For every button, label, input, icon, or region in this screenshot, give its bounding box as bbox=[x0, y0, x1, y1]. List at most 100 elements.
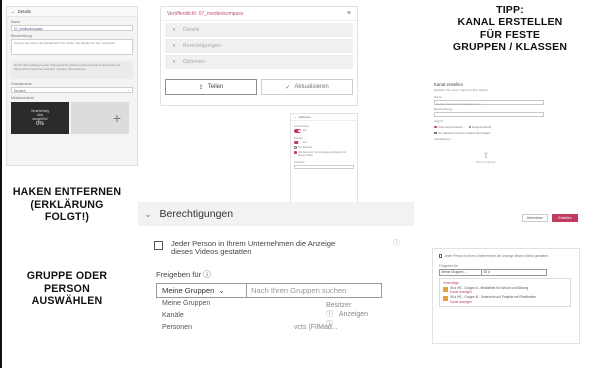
suggestion-link[interactable]: Kanal anzeigen bbox=[450, 290, 528, 294]
caption-line: FÜR FESTE bbox=[479, 28, 541, 41]
option-label: Meine Gruppen bbox=[162, 300, 211, 308]
permissions-title: Berechtigungen bbox=[159, 208, 234, 220]
section-label: Details bbox=[183, 27, 200, 33]
radio-selected-icon bbox=[434, 125, 437, 129]
chevron-right-icon: › bbox=[173, 43, 175, 49]
option-owner[interactable]: Nur Besitzer bbox=[294, 146, 354, 149]
share-button[interactable]: ⇪ Teilen bbox=[165, 79, 257, 95]
allow-company-checkbox-row[interactable]: Jeder Person in Ihrem Unternehmen die An… bbox=[154, 239, 402, 257]
group-search-input[interactable]: Nach Ihren Gruppen suchen bbox=[247, 284, 381, 297]
description-field[interactable]: Kennen Sie schon die Mediathek? Hier fin… bbox=[11, 39, 133, 55]
notes-toggle[interactable]: Ein bbox=[294, 140, 354, 144]
access-option-label: Eingeschränkt bbox=[472, 125, 492, 129]
channel-desc-input[interactable] bbox=[434, 112, 544, 117]
option-all-viewers[interactable]: Alle Benutzer mit Anzeigeberechtigung fü… bbox=[294, 151, 354, 157]
dropdown-option-channels[interactable]: Kanäle Besitzer ⓘ Anzeigen ⓘ bbox=[162, 302, 368, 328]
share-suggestions-panel: Jeder Person in Ihrem Unternehmen die An… bbox=[432, 248, 580, 344]
comments-label: Kommentare bbox=[294, 125, 309, 128]
owner-label: Besitzer bbox=[326, 302, 352, 310]
checkbox[interactable] bbox=[439, 254, 443, 258]
chevron-right-icon: › bbox=[173, 27, 175, 33]
button-row: ⇪ Teilen ✓ Aktualisieren bbox=[165, 79, 353, 95]
language-label: Videosprache bbox=[11, 82, 32, 86]
published-bar: Veröffentlicht: 07_medienkompass ≡ bbox=[161, 7, 357, 21]
update-button[interactable]: ✓ Aktualisieren bbox=[261, 79, 353, 95]
thumbnail-label: Miniaturansicht bbox=[11, 96, 34, 100]
allow-company-text: Jeder Person in Ihrem Unternehmen die An… bbox=[171, 239, 335, 257]
dropdown-option-people[interactable]: Personen vcts (FilMad... bbox=[162, 322, 368, 334]
access-radios: Unternehmensweit Eingeschränkt bbox=[434, 125, 578, 129]
info-icon[interactable]: ⓘ bbox=[203, 270, 211, 279]
share-for-label: Freigeben für ⓘ bbox=[156, 269, 414, 280]
subtitle-select[interactable] bbox=[294, 165, 354, 169]
details-header[interactable]: ⌄ Details bbox=[7, 7, 137, 17]
processing-thumbnail: Verarbeitung wird ausgeführt 0% bbox=[11, 102, 69, 134]
chevron-down-icon: ⌄ bbox=[294, 115, 297, 119]
check-icon: ✓ bbox=[285, 84, 291, 91]
toggle-switch[interactable] bbox=[294, 140, 301, 144]
options-header[interactable]: ⌄ Optionen bbox=[291, 114, 357, 121]
section-label: Berechtigungen bbox=[183, 43, 221, 49]
suggestion-list: Vorschläge 06 d HS - Gruppe A - Mediathe… bbox=[439, 277, 571, 308]
caption-line: FOLGT!) bbox=[44, 211, 90, 223]
image-upload-area[interactable]: ⇧ Bild hochladen bbox=[458, 151, 514, 181]
subtitle-label: Untertitel bbox=[294, 161, 305, 164]
access-option-restricted[interactable]: Eingeschränkt bbox=[468, 125, 492, 129]
section-permissions[interactable]: › Berechtigungen bbox=[165, 39, 353, 53]
language-note: Durch das Festlegen einer Videosprache w… bbox=[11, 61, 133, 79]
group-icon bbox=[443, 286, 448, 292]
comments-toggle[interactable]: Ein bbox=[294, 129, 354, 133]
allow-company-text: Jeder Person in Ihrem Unternehmen die An… bbox=[444, 254, 548, 258]
chevron-down-icon: ⌄ bbox=[218, 285, 225, 295]
access-option-company[interactable]: Unternehmensweit bbox=[434, 125, 463, 129]
notes-label: Notizen bbox=[294, 136, 303, 140]
suggestion-item[interactable]: 06 d HS - Gruppe A - Mediathek für Schul… bbox=[443, 286, 567, 295]
design-label: Kanaldesign bbox=[434, 137, 451, 141]
section-options[interactable]: › Optionen bbox=[165, 55, 353, 69]
caption-line: HAKEN ENTFERNEN bbox=[12, 186, 122, 198]
owner-only-text: Nur Besitzer können Videos hinzufügen bbox=[438, 131, 491, 135]
channel-footer: Abbrechen Erstellen bbox=[522, 214, 578, 222]
thumbnail-row: Verarbeitung wird ausgeführt 0% + bbox=[11, 102, 133, 134]
details-title: Details bbox=[17, 9, 32, 14]
suggestion-link[interactable]: Kanal anzeigen bbox=[450, 300, 536, 304]
access-label: Zugriff bbox=[434, 119, 443, 123]
checkbox[interactable] bbox=[154, 240, 163, 250]
owner-only-checkbox[interactable]: Nur Besitzer können Videos hinzufügen bbox=[434, 131, 578, 135]
option-label: Nur Besitzer bbox=[298, 146, 313, 149]
share-for-label: Freigeben für bbox=[439, 264, 458, 268]
share-scope-select[interactable]: Meine Gruppen ⌄ bbox=[157, 283, 247, 297]
caption-line: (ERKLÄRUNG bbox=[30, 198, 104, 211]
checkbox[interactable] bbox=[434, 131, 437, 135]
radio-selected-icon bbox=[294, 151, 297, 154]
details-panel: ⌄ Details Name 07_medienkompass Beschreib… bbox=[6, 6, 138, 166]
language-select[interactable]: Deutsch ⌄ bbox=[11, 87, 133, 93]
caption-line: KANAL ERSTELLEN bbox=[457, 16, 563, 29]
comments-state: Ein bbox=[303, 129, 307, 133]
radio-icon bbox=[294, 146, 297, 149]
allow-company-checkbox-row[interactable]: Jeder Person in Ihrem Unternehmen die An… bbox=[439, 254, 576, 258]
permissions-header[interactable]: ⌄ Berechtigungen bbox=[138, 202, 414, 226]
name-field[interactable]: 07_medienkompass bbox=[11, 25, 133, 31]
description-label: Beschreibung bbox=[11, 34, 32, 38]
create-button[interactable]: Erstellen bbox=[552, 214, 578, 222]
share-scope-select[interactable]: Meine Gruppen ⌄ bbox=[440, 270, 482, 275]
chevron-down-icon: ⌄ bbox=[127, 88, 130, 92]
share-label: Teilen bbox=[207, 84, 224, 90]
channel-name-input[interactable]: Geben Sie einen Kanalnamen ein bbox=[434, 100, 544, 106]
suggestion-text: 06 d HS - Gruppe A - Mediathek für Schul… bbox=[450, 286, 528, 295]
menu-icon[interactable]: ≡ bbox=[347, 10, 351, 17]
suggestion-item[interactable]: 06 d HS - Gruppe B - Unterricht und Proj… bbox=[443, 296, 567, 304]
upload-icon: ⇧ bbox=[482, 151, 490, 160]
channel-title: Kanal erstellen bbox=[434, 82, 464, 87]
section-details[interactable]: › Details bbox=[165, 23, 353, 37]
caption-line: AUSWÄHLEN bbox=[31, 295, 103, 307]
cancel-button[interactable]: Abbrechen bbox=[522, 214, 548, 222]
toggle-switch[interactable] bbox=[294, 129, 301, 133]
access-option-label: Unternehmensweit bbox=[437, 125, 463, 129]
suggestion-text: 06 d HS - Gruppe B - Unterricht und Proj… bbox=[450, 296, 536, 304]
published-text: Veröffentlicht: 07_medienkompass bbox=[167, 10, 244, 17]
group-search-input[interactable]: 06 d bbox=[482, 270, 546, 275]
add-thumbnail-button[interactable]: + bbox=[71, 102, 129, 134]
info-icon[interactable]: ⓘ bbox=[393, 240, 400, 248]
